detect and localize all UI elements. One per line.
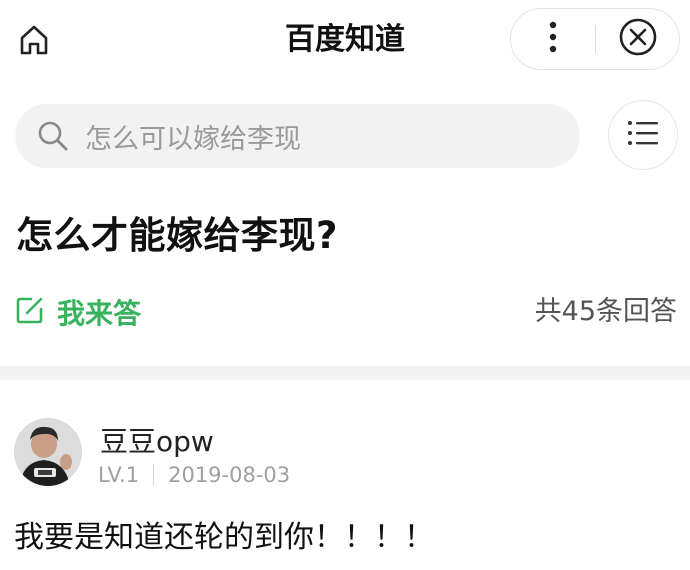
avatar[interactable] bbox=[14, 418, 82, 486]
answer-username[interactable]: 豆豆opw bbox=[100, 420, 214, 460]
home-button[interactable] bbox=[14, 22, 54, 62]
answer-count[interactable]: 共45条回答 bbox=[535, 290, 677, 334]
capsule-divider bbox=[595, 25, 596, 53]
list-menu-icon bbox=[627, 120, 659, 150]
close-button[interactable] bbox=[597, 9, 679, 69]
section-divider bbox=[0, 366, 690, 380]
search-input[interactable]: 怎么可以嫁给李现 bbox=[15, 104, 580, 168]
search-query-text: 怎么可以嫁给李现 bbox=[85, 123, 301, 155]
write-answer-button[interactable]: 我来答 bbox=[15, 290, 141, 334]
answer-date: 2019-08-03 bbox=[168, 463, 291, 487]
close-icon bbox=[618, 17, 658, 61]
home-icon bbox=[17, 23, 51, 61]
mini-program-capsule bbox=[510, 8, 680, 70]
menu-button[interactable] bbox=[608, 100, 678, 170]
search-icon bbox=[35, 118, 71, 154]
meta-divider bbox=[153, 464, 155, 486]
user-level-badge: LV.1 bbox=[98, 463, 140, 487]
answer-meta: LV.1 2019-08-03 bbox=[98, 461, 290, 489]
answer-text: 我要是知道还轮的到你！！！！ bbox=[14, 520, 434, 555]
write-answer-label: 我来答 bbox=[57, 297, 142, 330]
more-vertical-icon bbox=[548, 21, 558, 57]
more-options-button[interactable] bbox=[511, 9, 595, 69]
top-navigation-bar: 百度知道 bbox=[0, 0, 690, 80]
edit-icon bbox=[15, 295, 45, 329]
question-title: 怎么才能嫁给李现? bbox=[16, 214, 338, 257]
